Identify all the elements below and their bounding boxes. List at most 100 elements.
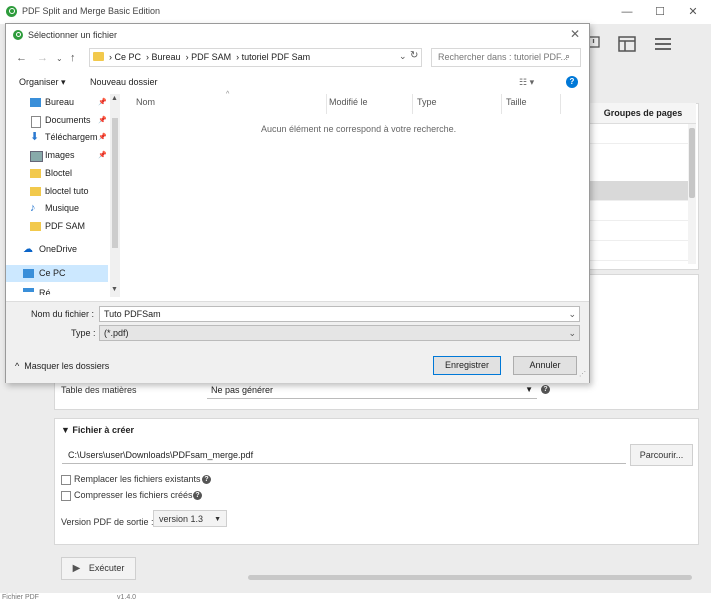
pin-icon: 📌 <box>98 99 106 106</box>
folder-icon <box>30 187 41 196</box>
dialog-close-button[interactable]: ✕ <box>570 27 580 41</box>
table-row[interactable] <box>590 241 688 261</box>
column-divider[interactable] <box>501 94 502 114</box>
destination-path-input[interactable]: C:\Users\user\Downloads\PDFsam_merge.pdf <box>62 447 626 464</box>
column-divider[interactable] <box>326 94 327 114</box>
table-row-selected[interactable] <box>590 181 688 201</box>
nav-scrollbar[interactable]: ▲ ▼ <box>110 94 120 297</box>
table-row[interactable] <box>590 124 688 144</box>
nav-item-pdf-sam[interactable]: PDF SAM <box>6 218 106 235</box>
app-titlebar: PDF Split and Merge Basic Edition — ☐ ✕ <box>0 0 711 24</box>
column-divider[interactable] <box>412 94 413 114</box>
nav-item-this-pc[interactable]: Ce PC <box>6 265 108 282</box>
nav-item-downloads[interactable]: ⬇ Téléchargements📌 <box>6 129 106 146</box>
folder-icon <box>30 169 41 178</box>
nav-item-bloctel-tuto[interactable]: bloctel tuto <box>6 183 106 200</box>
recent-dropdown-icon[interactable]: ⌄ <box>56 54 63 63</box>
network-icon <box>23 288 34 292</box>
breadcrumb-item[interactable]: tutoriel PDF Sam <box>242 52 311 62</box>
navigation-pane: Bureau📌 Documents📌 ⬇ Téléchargements📌 Im… <box>6 94 121 297</box>
back-arrow-icon[interactable]: ← <box>16 52 27 64</box>
help-icon[interactable]: ? <box>202 475 211 484</box>
column-header-name[interactable]: Nom <box>136 97 155 107</box>
chevron-down-icon: ⌄ <box>568 328 576 338</box>
table-row[interactable] <box>590 162 688 182</box>
save-file-dialog: Sélectionner un fichier ✕ ← → ⌄ ↑ › Ce P… <box>5 23 590 383</box>
column-header-page-groups[interactable]: Groupes de pages <box>590 103 696 124</box>
music-note-icon: ♪ <box>30 202 36 214</box>
search-box[interactable]: Rechercher dans : tutoriel PDF... ⌕ <box>431 48 581 67</box>
scroll-up-icon: ▲ <box>111 95 118 102</box>
nav-item-network[interactable]: Ré... <box>6 283 106 295</box>
pdf-version-value: version 1.3 <box>159 514 204 524</box>
overwrite-checkbox[interactable] <box>61 475 71 485</box>
menu-icon[interactable] <box>654 37 672 51</box>
nav-item-documents[interactable]: Documents 📌 <box>6 112 106 129</box>
breadcrumb-item[interactable]: Bureau <box>152 52 181 62</box>
chevron-down-icon: ▼ <box>214 516 221 523</box>
breadcrumb: › Ce PC › Bureau › PDF SAM › tutoriel PD… <box>109 52 311 62</box>
breadcrumb-item[interactable]: Ce PC <box>115 52 142 62</box>
horizontal-scrollbar[interactable] <box>248 575 692 580</box>
filename-input[interactable]: Tuto PDFSam ⌄ <box>99 306 580 322</box>
status-left-text: Fichier PDF <box>2 594 39 601</box>
dashboard-icon[interactable] <box>618 36 636 52</box>
organize-menu[interactable]: Organiser ▾ <box>19 77 66 88</box>
forward-arrow-icon[interactable]: → <box>37 52 48 64</box>
type-value: (*.pdf) <box>104 328 129 338</box>
table-row[interactable] <box>590 201 688 221</box>
hide-folders-label: Masquer les dossiers <box>24 361 110 371</box>
chevron-up-icon: ^ <box>15 361 20 371</box>
run-button[interactable]: ▶ Exécuter <box>61 557 136 580</box>
status-right-text: v1.4.0 <box>117 594 137 601</box>
pdfsam-logo-icon <box>13 30 23 40</box>
column-header-type[interactable]: Type <box>417 97 437 107</box>
nav-item-music[interactable]: ♪ Musique <box>6 200 106 217</box>
nav-item-desktop[interactable]: Bureau 📌 <box>6 94 106 111</box>
search-input[interactable]: Rechercher dans : tutoriel PDF... <box>438 52 568 62</box>
scroll-down-icon: ▼ <box>111 286 118 293</box>
pdf-version-select[interactable]: version 1.3 ▼ <box>153 510 227 527</box>
maximize-button[interactable]: ☐ <box>650 4 670 20</box>
minimize-button[interactable]: — <box>617 4 637 20</box>
save-button[interactable]: Enregistrer <box>433 356 501 375</box>
cloud-icon: ☁ <box>23 244 33 255</box>
browse-button[interactable]: Parcourir... <box>630 444 693 466</box>
help-icon[interactable]: ? <box>566 76 578 88</box>
refresh-icon[interactable]: ↻ <box>410 50 418 61</box>
new-folder-button[interactable]: Nouveau dossier <box>90 77 158 87</box>
view-options-icon[interactable]: ☷ ▾ <box>519 77 534 88</box>
toc-select[interactable]: Ne pas générer ▼ <box>207 382 537 399</box>
type-select[interactable]: (*.pdf) ⌄ <box>99 325 580 341</box>
toc-select-value: Ne pas générer <box>211 385 274 395</box>
column-header-size[interactable]: Taille <box>506 97 527 107</box>
hide-folders-toggle[interactable]: ^ Masquer les dossiers <box>15 361 109 371</box>
address-bar[interactable]: › Ce PC › Bureau › PDF SAM › tutoriel PD… <box>89 48 422 67</box>
table-row[interactable] <box>590 221 688 241</box>
table-scrollbar[interactable] <box>688 124 696 264</box>
nav-item-onedrive[interactable]: ☁ OneDrive <box>6 241 106 258</box>
help-icon[interactable]: ? <box>193 491 202 500</box>
breadcrumb-item[interactable]: PDF SAM <box>191 52 231 62</box>
column-divider[interactable] <box>560 94 561 114</box>
close-button[interactable]: ✕ <box>683 4 703 20</box>
sort-chevron-icon: ^ <box>226 91 230 98</box>
pin-icon: 📌 <box>98 117 106 124</box>
download-arrow-icon: ⬇ <box>30 131 40 143</box>
pin-icon: 📌 <box>98 152 106 159</box>
nav-item-bloctel[interactable]: Bloctel <box>6 165 106 182</box>
chevron-down-icon[interactable]: ⌄ <box>399 51 407 62</box>
column-header-modified[interactable]: Modifié le <box>329 97 368 107</box>
folder-icon <box>30 222 41 231</box>
up-arrow-icon[interactable]: ↑ <box>70 52 76 64</box>
help-icon[interactable]: ? <box>541 385 550 394</box>
nav-item-images[interactable]: Images 📌 <box>6 147 106 164</box>
destination-section-title[interactable]: ▼ Fichier à créer <box>61 425 134 435</box>
table-row[interactable] <box>590 144 688 164</box>
compress-label: Compresser les fichiers créés <box>74 490 193 500</box>
status-bar <box>0 593 711 601</box>
cancel-button[interactable]: Annuler <box>513 356 577 375</box>
compress-checkbox[interactable] <box>61 491 71 501</box>
empty-folder-message: Aucun élément ne correspond à votre rech… <box>261 124 457 134</box>
resize-grip-icon[interactable]: ⋰ <box>579 370 586 378</box>
